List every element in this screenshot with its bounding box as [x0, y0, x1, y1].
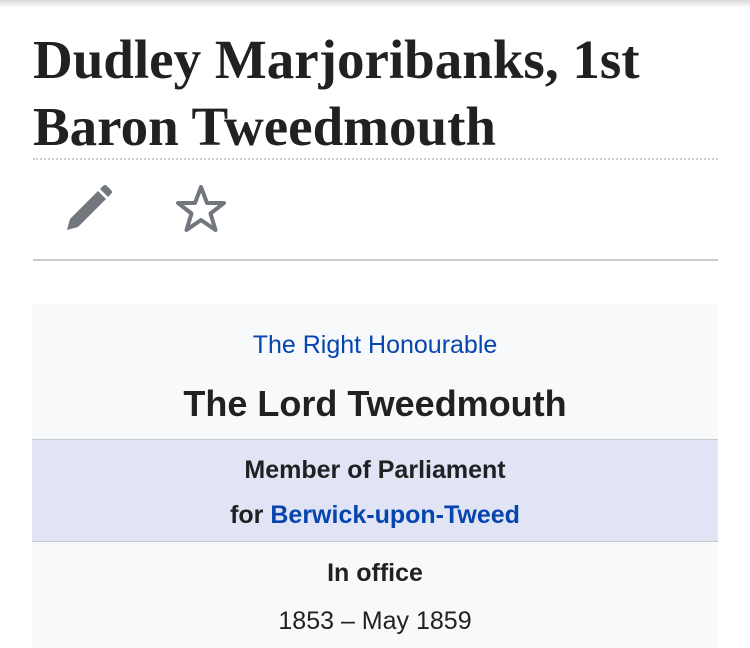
top-shadow [0, 0, 750, 8]
pencil-icon [67, 185, 112, 230]
office-constituency-line: for Berwick-upon-Tweed [32, 498, 718, 532]
page-actions [33, 160, 718, 260]
infobox-name: The Lord Tweedmouth [183, 383, 567, 424]
edit-button[interactable] [61, 182, 117, 238]
page-title: Dudley Marjoribanks, 1st Baron Tweedmout… [33, 29, 640, 157]
office-title: Member of Parliament [244, 456, 506, 484]
term-dates: 1853 – May 1859 [278, 607, 472, 635]
watch-button[interactable] [173, 182, 229, 238]
constituency-link[interactable]: Berwick-upon-Tweed [270, 501, 520, 529]
star-icon [176, 185, 226, 232]
honorific-link[interactable]: The Right Honourable [32, 328, 718, 362]
actions-divider [33, 259, 718, 261]
office-header: Member of Parliament for Berwick-upon-Tw… [32, 439, 718, 542]
in-office-label: In office [327, 559, 423, 587]
infobox: The Right Honourable The Lord Tweedmouth… [32, 304, 718, 648]
office-for-prefix: for [230, 501, 264, 529]
